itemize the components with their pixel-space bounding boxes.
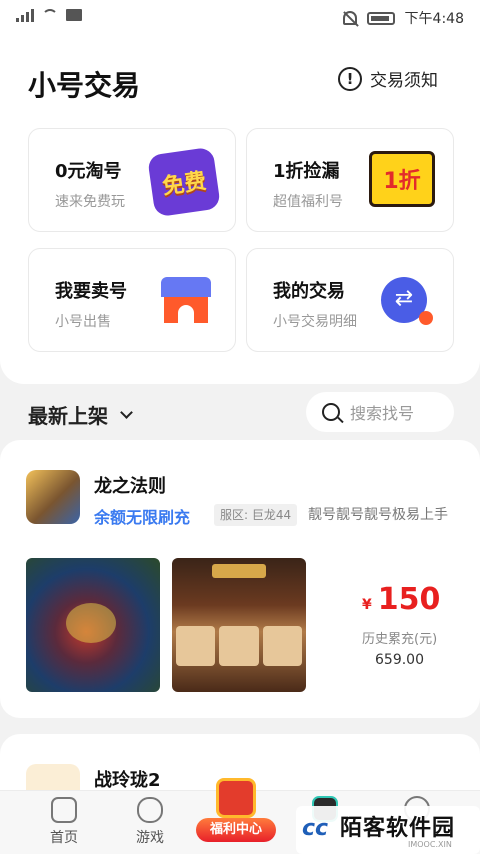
game-name: 龙之法则 xyxy=(94,476,166,497)
chevron-down-icon xyxy=(120,406,133,419)
price: ¥150 xyxy=(362,582,440,617)
nav-label: 福利中心 xyxy=(196,818,276,842)
listing-card[interactable]: 龙之法则 余额无限刷充 服区: 巨龙44 靓号靓号靓号极易上手 ¥150 历史累… xyxy=(0,440,480,718)
card-title: 我要卖号 xyxy=(55,281,127,302)
battery-icon xyxy=(366,11,395,25)
game-avatar xyxy=(26,470,80,524)
sell-account-card[interactable]: 我要卖号 小号出售 xyxy=(28,248,236,352)
listing-description: 靓号靓号靓号极易上手 xyxy=(308,507,448,523)
card-subtitle: 超值福利号 xyxy=(273,194,343,210)
discount-accounts-card[interactable]: 1折捡漏 超值福利号 1折 xyxy=(246,128,454,232)
mail-icon xyxy=(66,9,82,21)
shop-icon xyxy=(161,277,211,323)
card-title: 我的交易 xyxy=(273,281,345,302)
free-badge-icon: 免费 xyxy=(147,146,221,218)
my-trades-card[interactable]: 我的交易 小号交易明细 ⇄ xyxy=(246,248,454,352)
sort-dropdown[interactable]: 最新上架 xyxy=(28,400,133,429)
card-subtitle: 小号出售 xyxy=(55,314,111,330)
gift-icon xyxy=(216,778,256,818)
history-value: 659.00 xyxy=(375,652,424,668)
notification-dot xyxy=(419,311,433,325)
nav-home[interactable]: 首页 xyxy=(34,797,94,847)
screenshot-thumbnail[interactable] xyxy=(26,558,160,692)
game-name: 战玲珑2 xyxy=(94,770,161,791)
search-icon xyxy=(322,403,340,421)
page-title: 小号交易 xyxy=(28,69,141,102)
watermark: cc 陌客软件园 IMOOC.XIN xyxy=(296,806,480,854)
nav-games[interactable]: 游戏 xyxy=(120,797,180,847)
signal-icon xyxy=(16,8,34,22)
watermark-subtext: IMOOC.XIN xyxy=(408,840,452,849)
nav-label: 游戏 xyxy=(136,830,164,846)
search-input[interactable]: 搜索找号 xyxy=(306,392,454,432)
card-subtitle: 速来免费玩 xyxy=(55,194,125,210)
promo-text: 余额无限刷充 xyxy=(94,508,191,527)
trade-notice-label: 交易须知 xyxy=(370,71,438,91)
section-title: 最新上架 xyxy=(28,404,108,428)
screenshot-thumbnail[interactable] xyxy=(172,558,306,692)
nav-label: 首页 xyxy=(50,830,78,846)
home-icon xyxy=(51,797,77,823)
mute-icon xyxy=(342,11,357,25)
discount-badge-icon: 1折 xyxy=(369,151,435,207)
status-time: 下午4:48 xyxy=(404,11,464,27)
trade-notice-button[interactable]: ! 交易须知 xyxy=(338,66,438,91)
card-title: 0元淘号 xyxy=(55,161,122,182)
currency-symbol: ¥ xyxy=(362,597,372,613)
watermark-logo: cc xyxy=(302,816,329,841)
card-subtitle: 小号交易明细 xyxy=(273,314,357,330)
search-placeholder: 搜索找号 xyxy=(350,404,415,423)
gamepad-icon xyxy=(137,797,163,823)
nav-welfare-center[interactable]: 福利中心 xyxy=(196,778,276,848)
status-bar: 下午4:48 xyxy=(0,0,480,34)
watermark-text: 陌客软件园 xyxy=(340,816,456,841)
info-icon: ! xyxy=(338,66,362,91)
free-accounts-card[interactable]: 0元淘号 速来免费玩 免费 xyxy=(28,128,236,232)
header-panel: 小号交易 ! 交易须知 0元淘号 速来免费玩 免费 1折捡漏 超值福利号 1折 … xyxy=(0,34,480,384)
history-label: 历史累充(元) xyxy=(362,632,438,647)
server-tag: 服区: 巨龙44 xyxy=(214,504,298,526)
wifi-icon xyxy=(42,9,58,21)
card-title: 1折捡漏 xyxy=(273,161,340,182)
price-value: 150 xyxy=(377,582,441,617)
